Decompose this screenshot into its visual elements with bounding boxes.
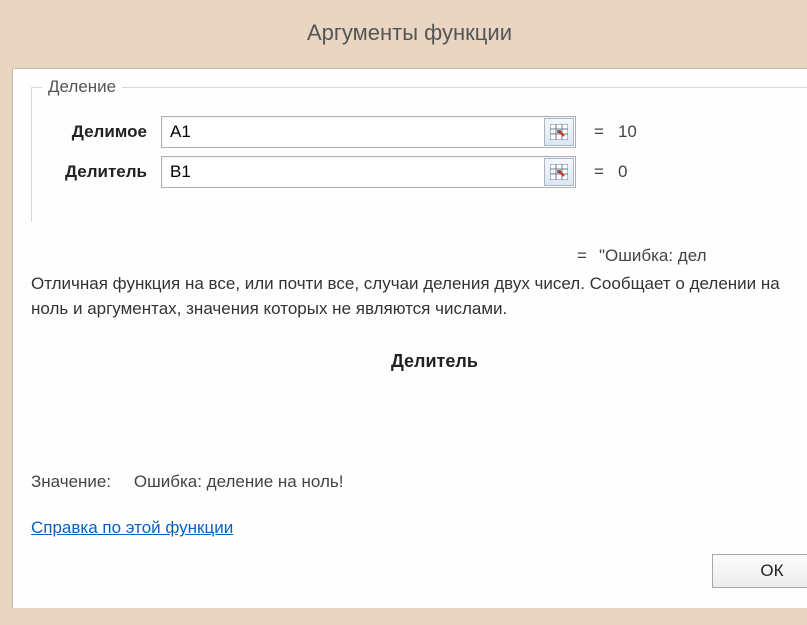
value-text: Ошибка: деление на ноль! bbox=[134, 472, 344, 491]
divisor-input[interactable] bbox=[162, 158, 543, 186]
help-link[interactable]: Справка по этой функции bbox=[31, 518, 233, 538]
divisor-result: 0 bbox=[618, 162, 627, 182]
dialog-body: Деление Делимое bbox=[12, 68, 807, 608]
formula-result-row: = "Ошибка: дел bbox=[31, 246, 807, 266]
arg-input-wrap-dividend bbox=[161, 116, 576, 148]
ref-picker-dividend[interactable] bbox=[544, 118, 574, 146]
dividend-input[interactable] bbox=[162, 118, 543, 146]
arg-label-divisor: Делитель bbox=[46, 162, 161, 182]
arguments-fieldset: Деление Делимое bbox=[31, 87, 807, 222]
function-description: Отличная функция на все, или почти все, … bbox=[31, 272, 807, 321]
value-row: Значение: Ошибка: деление на ноль! bbox=[31, 472, 807, 492]
arg-row-divisor: Делитель bbox=[46, 156, 807, 188]
equals-sign: = bbox=[577, 246, 587, 266]
equals-sign: = bbox=[594, 162, 604, 182]
current-argument-name: Делитель bbox=[391, 351, 478, 372]
grid-icon bbox=[550, 164, 568, 180]
ok-button[interactable]: ОК bbox=[712, 554, 807, 588]
dialog-title: Аргументы функции bbox=[12, 10, 807, 68]
formula-result: "Ошибка: дел bbox=[599, 246, 707, 266]
arg-row-dividend: Делимое bbox=[46, 116, 807, 148]
dividend-result: 10 bbox=[618, 122, 637, 142]
arg-label-dividend: Делимое bbox=[46, 122, 161, 142]
arg-input-wrap-divisor bbox=[161, 156, 576, 188]
ref-picker-divisor[interactable] bbox=[544, 158, 574, 186]
value-label: Значение: bbox=[31, 472, 111, 491]
fieldset-legend: Деление bbox=[42, 77, 122, 97]
grid-icon bbox=[550, 124, 568, 140]
equals-sign: = bbox=[594, 122, 604, 142]
